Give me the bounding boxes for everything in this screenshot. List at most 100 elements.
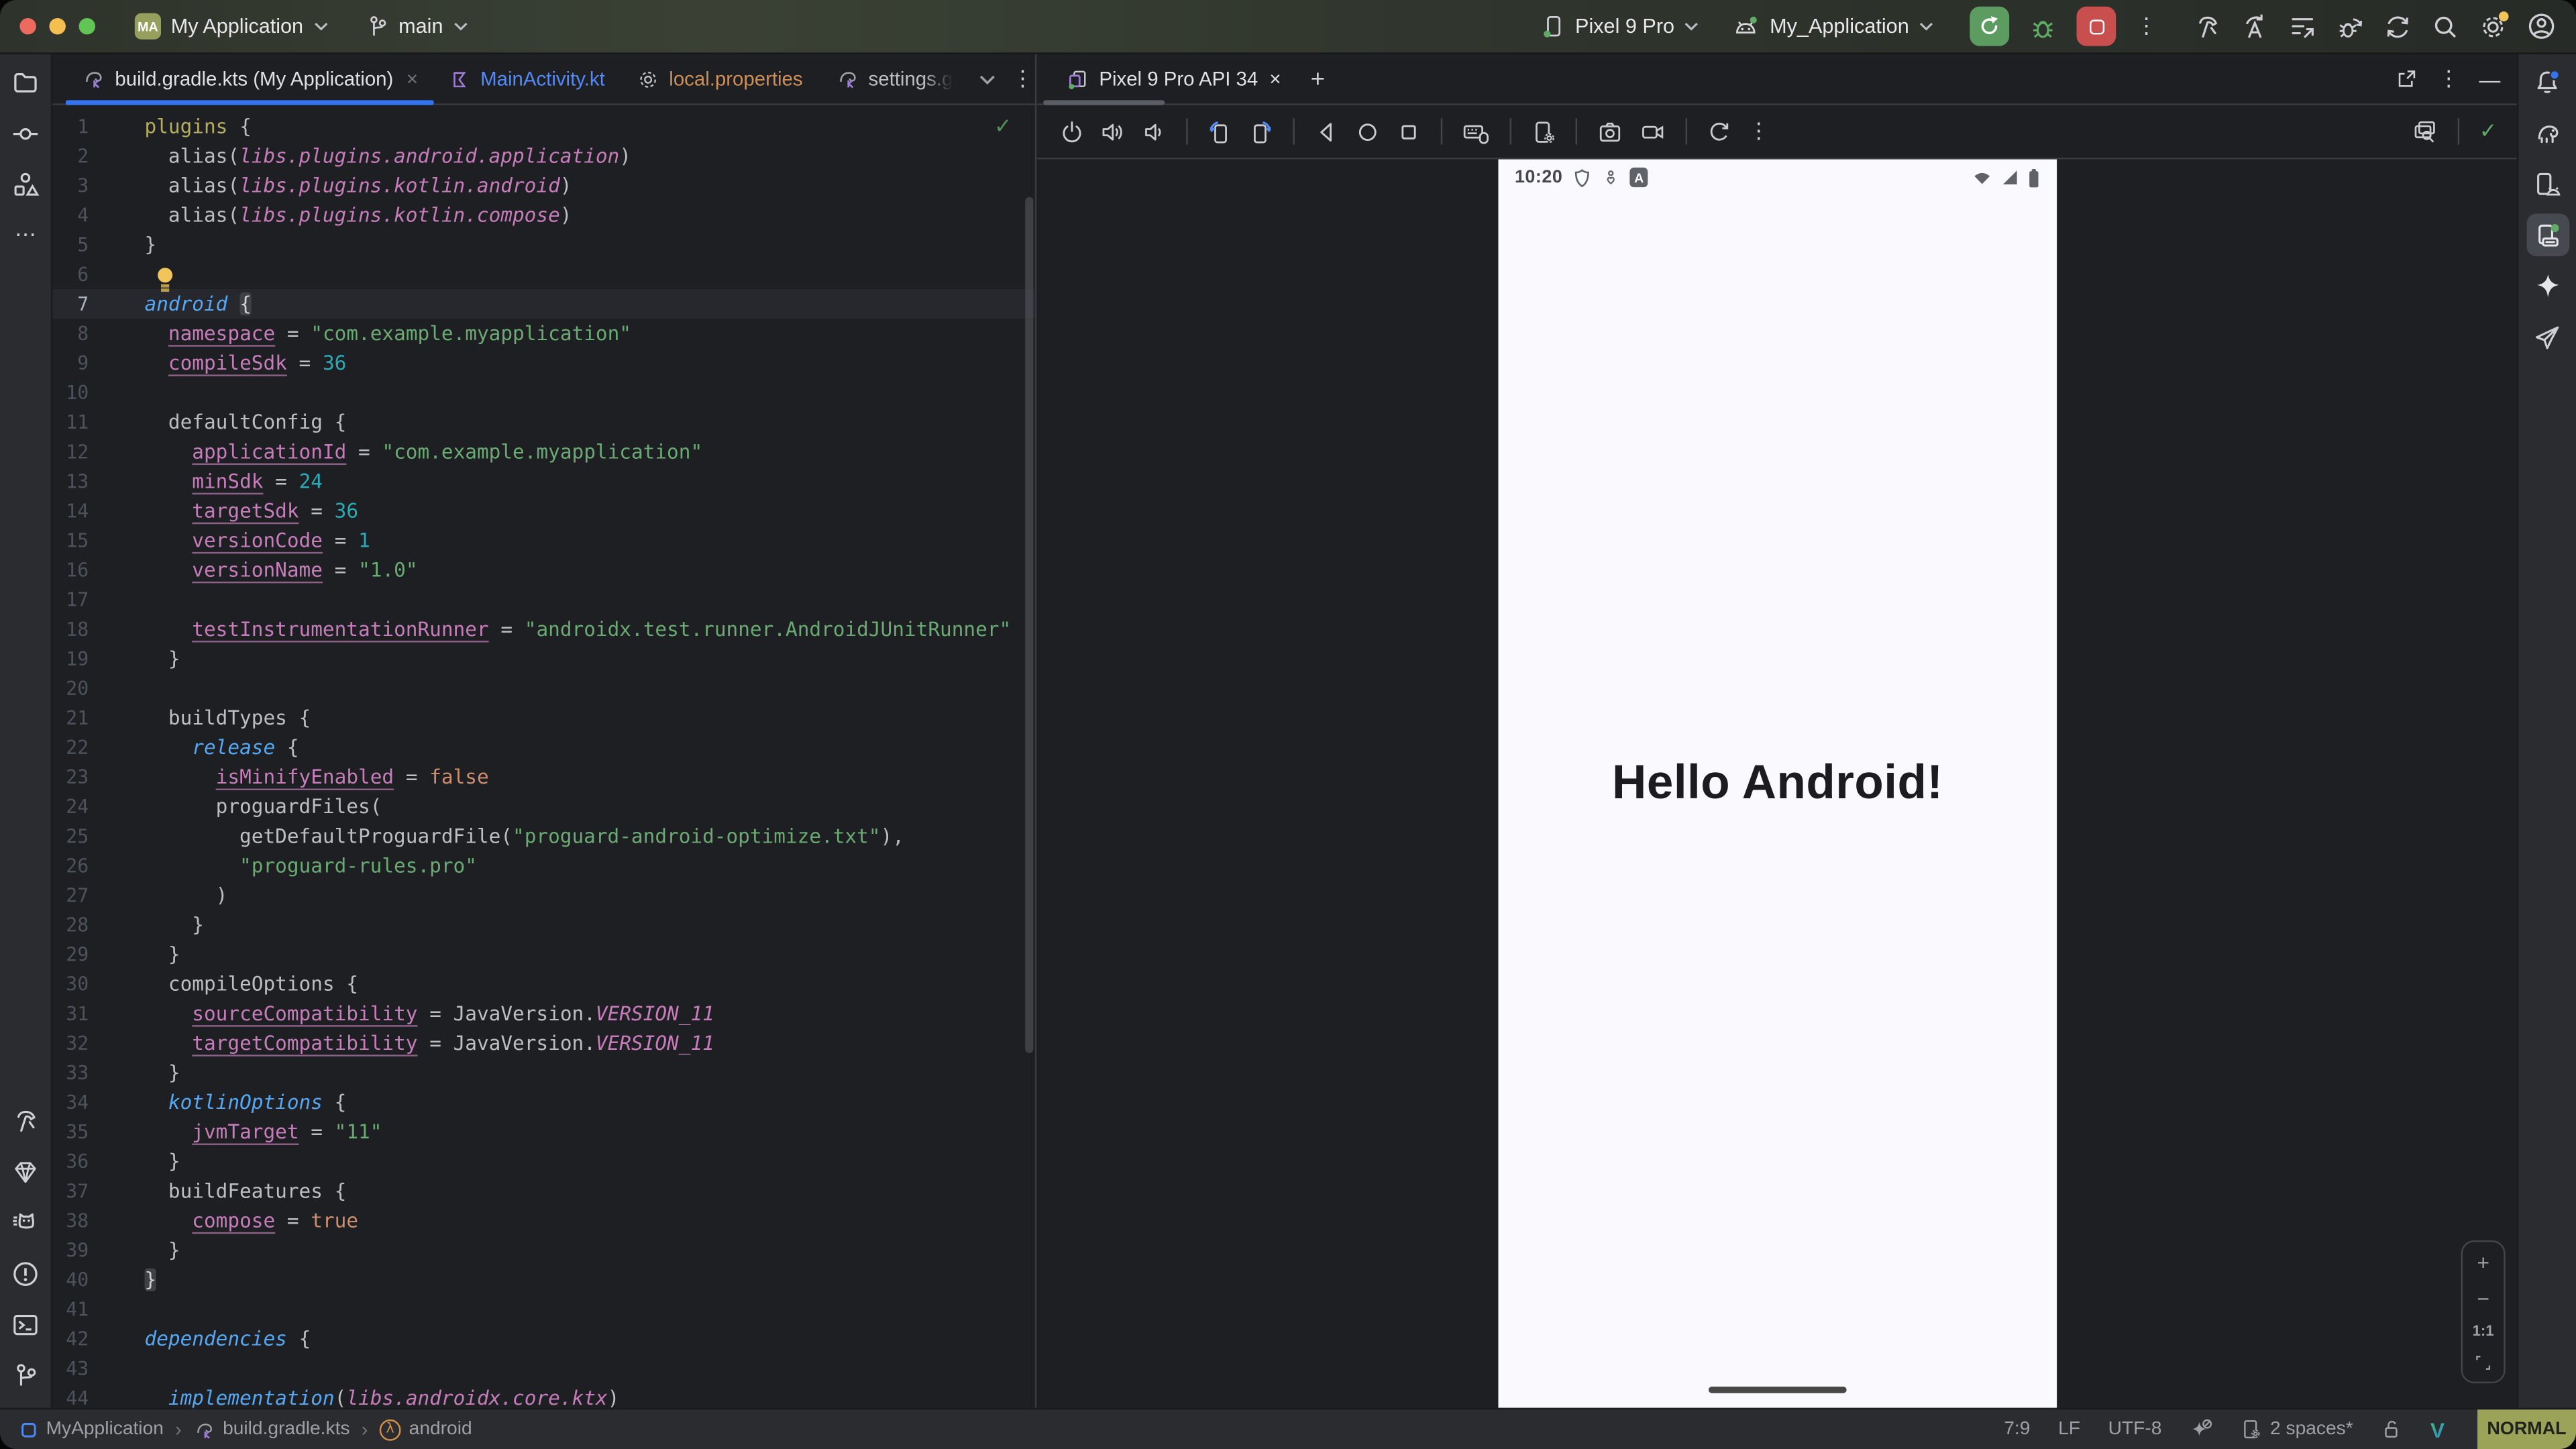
code-line[interactable]: 21 buildTypes { — [52, 703, 1034, 733]
code-line[interactable]: 23 isMinifyEnabled = false — [52, 762, 1034, 792]
code-line[interactable]: 32 targetCompatibility = JavaVersion.VER… — [52, 1028, 1034, 1058]
code-line[interactable]: 22 release { — [52, 733, 1034, 762]
vim-mode-badge[interactable]: NORMAL — [2477, 1409, 2576, 1449]
panel-options-icon[interactable]: ⋮ — [2438, 66, 2459, 92]
vcs-branch-selector[interactable]: main — [364, 14, 468, 39]
build-tool-icon[interactable] — [11, 1106, 40, 1135]
hide-panel-icon[interactable]: — — [2479, 66, 2501, 91]
code-line[interactable]: 29 } — [52, 940, 1034, 969]
device-settings-icon[interactable] — [1531, 119, 1556, 144]
project-selector[interactable]: MA My Application — [135, 13, 328, 40]
zoom-window-button[interactable] — [79, 18, 95, 34]
code-line[interactable]: 39 } — [52, 1236, 1034, 1265]
project-folder-icon[interactable] — [11, 67, 40, 97]
file-lock-icon[interactable] — [2381, 1417, 2402, 1440]
keyboard-input-icon[interactable] — [1462, 119, 1491, 144]
code-line[interactable]: 13 minSdk = 24 — [52, 467, 1034, 496]
code-line[interactable]: 33 } — [52, 1058, 1034, 1087]
code-line[interactable]: 3 alias(libs.plugins.kotlin.android) — [52, 171, 1034, 201]
attach-debugger-icon[interactable] — [2336, 12, 2364, 40]
close-device-tab-icon[interactable]: × — [1269, 67, 1281, 90]
git-tool-icon[interactable] — [11, 1360, 40, 1390]
emulator-more-icon[interactable]: ⋮ — [1748, 118, 1770, 144]
code-line[interactable]: 18 testInstrumentationRunner = "androidx… — [52, 614, 1034, 644]
debug-button[interactable] — [2029, 12, 2057, 40]
code-line[interactable]: 43 — [52, 1354, 1034, 1383]
commit-icon[interactable] — [11, 118, 40, 148]
code-line[interactable]: 19 } — [52, 644, 1034, 674]
code-line[interactable]: 24 proguardFiles( — [52, 792, 1034, 821]
volume-up-icon[interactable] — [1101, 119, 1126, 144]
code-line[interactable]: 31 sourceCompatibility = JavaVersion.VER… — [52, 999, 1034, 1028]
home-icon[interactable] — [1355, 119, 1380, 144]
code-line[interactable]: 9 compileSdk = 36 — [52, 348, 1034, 378]
account-icon[interactable] — [2527, 11, 2557, 41]
device-selector[interactable]: Pixel 9 Pro — [1541, 13, 1699, 40]
overview-icon[interactable] — [1397, 119, 1421, 144]
logcat-cat-icon[interactable] — [11, 1208, 40, 1237]
code-line[interactable]: 26 "proguard-rules.pro" — [52, 851, 1034, 881]
code-line[interactable]: 20 — [52, 674, 1034, 703]
running-devices-icon[interactable] — [2526, 213, 2569, 256]
restore-snapshot-icon[interactable] — [1707, 119, 1731, 144]
code-line[interactable]: 14 targetSdk = 36 — [52, 496, 1034, 526]
file-encoding[interactable]: UTF-8 — [2108, 1419, 2162, 1439]
terminal-icon[interactable] — [11, 1309, 40, 1339]
code-line[interactable]: 17 — [52, 585, 1034, 614]
ui-check-icon[interactable]: ✓ — [2479, 119, 2498, 144]
zoom-in-button[interactable]: + — [2477, 1252, 2489, 1273]
code-line[interactable]: 41 — [52, 1295, 1034, 1324]
code-line[interactable]: 8 namespace = "com.example.myapplication… — [52, 319, 1034, 348]
back-icon[interactable] — [1314, 119, 1339, 144]
screen-record-icon[interactable] — [1640, 119, 1666, 144]
rotate-left-icon[interactable] — [1208, 119, 1232, 144]
add-device-tab-icon[interactable]: + — [1311, 65, 1325, 93]
code-line[interactable]: 2 alias(libs.plugins.android.application… — [52, 142, 1034, 171]
volume-down-icon[interactable] — [1142, 119, 1167, 144]
zoom-reset-button[interactable]: 1:1 — [2473, 1323, 2494, 1339]
line-separator[interactable]: LF — [2058, 1419, 2080, 1439]
more-actions-icon[interactable]: ⋮ — [2136, 13, 2157, 40]
settings-icon[interactable] — [2479, 12, 2508, 40]
code-line[interactable]: 27 ) — [52, 881, 1034, 910]
rotate-right-icon[interactable] — [1248, 119, 1273, 144]
zoom-out-button[interactable]: − — [2477, 1287, 2489, 1309]
apply-changes-icon[interactable] — [2241, 12, 2269, 40]
gradle-elephant-icon[interactable] — [2532, 118, 2562, 148]
gesture-nav-pill[interactable] — [1709, 1387, 1847, 1393]
notifications-bell-icon[interactable] — [2532, 67, 2562, 97]
ai-assistant-disabled-icon[interactable] — [2190, 1417, 2212, 1440]
quickfix-bulb-icon[interactable] — [158, 268, 172, 282]
code-line[interactable]: 38 compose = true — [52, 1206, 1034, 1236]
code-line[interactable]: 28 } — [52, 910, 1034, 940]
breadcrumb-file[interactable]: build.gradle.kts — [193, 1419, 350, 1440]
zoom-fit-button[interactable] — [2474, 1354, 2492, 1372]
code-line[interactable]: 15 versionCode = 1 — [52, 526, 1034, 555]
profiler-icon[interactable] — [2288, 12, 2316, 40]
code-line[interactable]: 1plugins { — [52, 112, 1034, 142]
code-line[interactable]: 5} — [52, 230, 1034, 260]
editor-scrollbar[interactable] — [1025, 197, 1033, 1053]
code-line[interactable]: 37 buildFeatures { — [52, 1176, 1034, 1205]
code-line[interactable]: 35 jvmTarget = "11" — [52, 1117, 1034, 1146]
code-line[interactable]: 10 — [52, 378, 1034, 407]
screenshot-icon[interactable] — [1597, 119, 1623, 144]
breadcrumb-element[interactable]: λ android — [380, 1419, 472, 1440]
code-line[interactable]: 7android { — [52, 289, 1034, 319]
tab-mainactivity[interactable]: MainActivity.kt — [435, 54, 622, 103]
hidden-tabs-chevron-icon[interactable] — [979, 73, 996, 85]
stop-button[interactable] — [2077, 7, 2116, 46]
code-line[interactable]: 25 getDefaultProguardFile("proguard-andr… — [52, 821, 1034, 851]
code-line[interactable]: 34 kotlinOptions { — [52, 1087, 1034, 1117]
power-icon[interactable] — [1060, 119, 1085, 144]
search-icon[interactable] — [2431, 12, 2459, 40]
code-line[interactable]: 40} — [52, 1265, 1034, 1295]
build-hammer-icon[interactable] — [2193, 12, 2221, 40]
layout-inspector-icon[interactable] — [2412, 118, 2438, 144]
code-line[interactable]: 12 applicationId = "com.example.myapplic… — [52, 437, 1034, 466]
tab-build-gradle[interactable]: build.gradle.kts (My Application) × — [66, 54, 435, 103]
more-tool-windows-icon[interactable]: ⋯ — [11, 220, 40, 250]
rerun-button[interactable] — [1970, 7, 2009, 46]
gemini-sparkle-icon[interactable] — [2532, 271, 2562, 301]
vim-plugin-icon[interactable]: V — [2430, 1417, 2445, 1442]
